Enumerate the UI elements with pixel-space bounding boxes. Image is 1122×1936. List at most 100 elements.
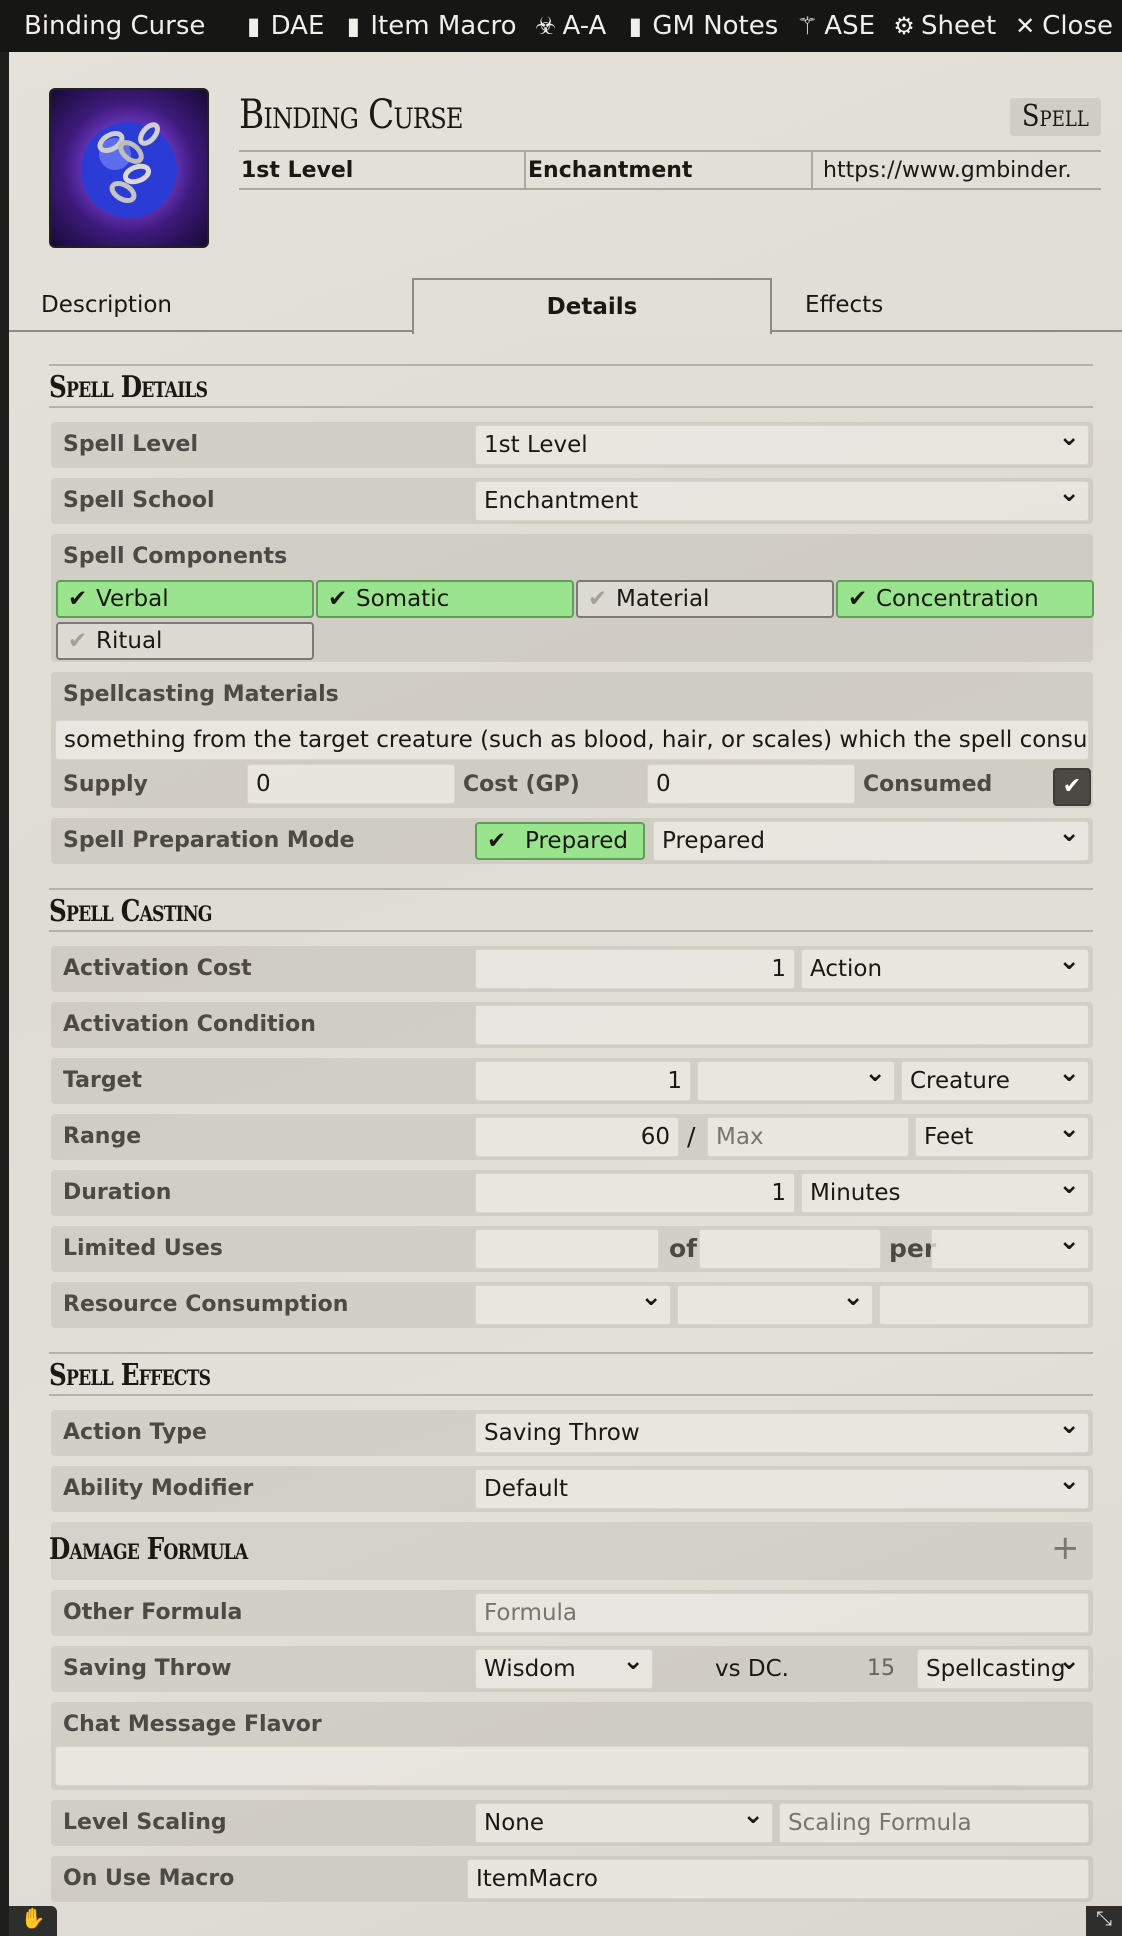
saving-throw-row: Saving Throw Wisdom vs DC. 15 Spellcasti… — [51, 1646, 1093, 1692]
spell-school-label: Spell School — [63, 488, 215, 513]
level-scaling-row: Level Scaling None Scaling Formula — [51, 1800, 1093, 1846]
ability-modifier-select[interactable]: Default — [475, 1469, 1089, 1509]
materials-input[interactable]: something from the target creature (such… — [55, 720, 1089, 760]
on-use-macro-input[interactable]: ItemMacro — [467, 1859, 1089, 1899]
gm-notes-button[interactable]: ▮ GM Notes — [624, 11, 779, 41]
component-ritual-toggle[interactable]: ✔ Ritual — [56, 622, 314, 660]
check-icon: ✔ — [68, 586, 88, 612]
range-value-input[interactable]: 60 — [475, 1117, 679, 1157]
item-sheet-window: Binding Curse ▮ DAE ▮ Item Macro ☣ A-A ▮… — [0, 0, 1122, 1936]
action-type-select[interactable]: Saving Throw — [475, 1413, 1089, 1453]
preparation-mode-select[interactable]: Prepared — [653, 821, 1089, 861]
target-type-select[interactable]: Creature — [901, 1061, 1089, 1101]
preparation-label: Spell Preparation Mode — [63, 828, 355, 853]
save-vs-dc-label: vs DC. — [715, 1656, 789, 1682]
sheet-config-button-label: Sheet — [921, 11, 997, 41]
range-max-input[interactable]: Max — [707, 1117, 909, 1157]
duration-label: Duration — [63, 1180, 172, 1205]
on-use-macro-label: On Use Macro — [63, 1866, 235, 1891]
materials-label: Spellcasting Materials — [63, 682, 339, 707]
tab-effects[interactable]: Effects — [805, 278, 883, 332]
range-label: Range — [63, 1124, 142, 1149]
activation-condition-row: Activation Condition — [51, 1002, 1093, 1048]
automated-animations-button[interactable]: ☣ A-A — [535, 11, 607, 41]
spell-level-select[interactable]: 1st Level — [475, 425, 1089, 465]
resource-consumption-label: Resource Consumption — [63, 1292, 349, 1317]
scaling-formula-input[interactable]: Scaling Formula — [779, 1803, 1089, 1843]
item-name[interactable]: Binding Curse — [239, 92, 463, 138]
tab-details[interactable]: Details — [412, 278, 772, 334]
activation-condition-input[interactable] — [475, 1005, 1089, 1045]
component-somatic-toggle[interactable]: ✔ Somatic — [316, 580, 574, 618]
supply-input[interactable]: 0 — [247, 764, 455, 804]
dae-button[interactable]: ▮ DAE — [243, 11, 325, 41]
sheet-config-button[interactable]: ⚙ Sheet — [893, 11, 996, 41]
uses-of-label: of — [669, 1234, 698, 1263]
prepared-toggle-label: Prepared — [525, 828, 628, 854]
save-ability-select[interactable]: Wisdom — [475, 1649, 653, 1689]
check-icon: ✔ — [588, 586, 608, 612]
component-verbal-toggle[interactable]: ✔ Verbal — [56, 580, 314, 618]
duration-units-select[interactable]: Minutes — [801, 1173, 1089, 1213]
activation-type-select[interactable]: Action — [801, 949, 1089, 989]
check-icon: ✔ — [487, 828, 507, 854]
add-damage-part-button[interactable]: + — [1051, 1528, 1080, 1568]
uses-value-input[interactable] — [475, 1229, 659, 1269]
summary-source-input[interactable]: https://www.gmbinder. — [813, 152, 1101, 188]
ability-modifier-label: Ability Modifier — [63, 1476, 254, 1501]
component-material-toggle[interactable]: ✔ Material — [576, 580, 834, 618]
uses-max-input[interactable] — [699, 1229, 881, 1269]
spell-level-label: Spell Level — [63, 432, 198, 457]
spell-level-row: Spell Level 1st Level — [51, 422, 1093, 468]
item-portrait[interactable] — [49, 88, 209, 248]
cost-label: Cost (GP) — [463, 772, 580, 797]
chat-flavor-input[interactable] — [55, 1746, 1089, 1786]
consumed-checkbox[interactable]: ✔ — [1053, 768, 1091, 806]
item-summary: 1st Level Enchantment https://www.gmbind… — [239, 150, 1101, 190]
cost-input[interactable]: 0 — [647, 764, 855, 804]
close-button-label: Close — [1042, 11, 1113, 41]
saving-throw-label: Saving Throw — [63, 1656, 232, 1681]
duration-row: Duration 1 Minutes — [51, 1170, 1093, 1216]
ase-button-label: ASE — [824, 11, 875, 41]
consumed-label: Consumed — [863, 772, 993, 797]
duration-value-input[interactable]: 1 — [475, 1173, 795, 1213]
resource-amount-input[interactable] — [879, 1285, 1089, 1325]
window-titlebar[interactable]: Binding Curse ▮ DAE ▮ Item Macro ☣ A-A ▮… — [0, 0, 1122, 52]
activation-cost-input[interactable]: 1 — [475, 949, 795, 989]
prepared-toggle[interactable]: ✔ Prepared — [475, 822, 645, 860]
level-scaling-select[interactable]: None — [475, 1803, 773, 1843]
automated-animations-button-label: A-A — [562, 11, 607, 41]
spell-school-select[interactable]: Enchantment — [475, 481, 1089, 521]
other-formula-label: Other Formula — [63, 1600, 243, 1625]
resource-target-select[interactable] — [677, 1285, 873, 1325]
target-units-select[interactable] — [697, 1061, 895, 1101]
item-header: Binding Curse Spell 1st Level Enchantmen… — [49, 88, 1101, 248]
component-ritual-label: Ritual — [96, 628, 163, 654]
component-material-label: Material — [616, 586, 710, 612]
target-value-input[interactable]: 1 — [475, 1061, 691, 1101]
sheet-tabs: Description Details Effects — [9, 278, 1122, 334]
item-macro-button[interactable]: ▮ Item Macro — [342, 11, 517, 41]
tab-description[interactable]: Description — [41, 278, 172, 332]
ability-modifier-row: Ability Modifier Default — [51, 1466, 1093, 1512]
resize-handle-icon[interactable]: ⤡ — [1086, 1906, 1122, 1936]
hand-icon[interactable]: ✋ — [9, 1906, 57, 1936]
component-concentration-toggle[interactable]: ✔ Concentration — [836, 580, 1094, 618]
summary-level: 1st Level — [239, 152, 526, 188]
range-units-select[interactable]: Feet — [915, 1117, 1089, 1157]
close-button[interactable]: ✕ Close — [1014, 11, 1113, 41]
ase-button[interactable]: ⚚ ASE — [796, 11, 875, 41]
section-header-spell-casting: Spell Casting — [49, 888, 1093, 932]
other-formula-input[interactable]: Formula — [475, 1593, 1089, 1633]
save-dc-value[interactable]: 15 — [867, 1646, 895, 1692]
save-scaling-select[interactable]: Spellcasting — [917, 1649, 1089, 1689]
damage-formula-title: Damage Formula — [49, 1532, 248, 1567]
gear-icon: ⚙ — [893, 12, 915, 40]
section-header-spell-details: Spell Details — [49, 364, 1093, 408]
uses-period-select[interactable] — [931, 1229, 1089, 1269]
window-title: Binding Curse — [24, 11, 206, 41]
dae-button-label: DAE — [270, 11, 325, 41]
close-icon: ✕ — [1015, 12, 1036, 40]
resource-type-select[interactable] — [475, 1285, 671, 1325]
